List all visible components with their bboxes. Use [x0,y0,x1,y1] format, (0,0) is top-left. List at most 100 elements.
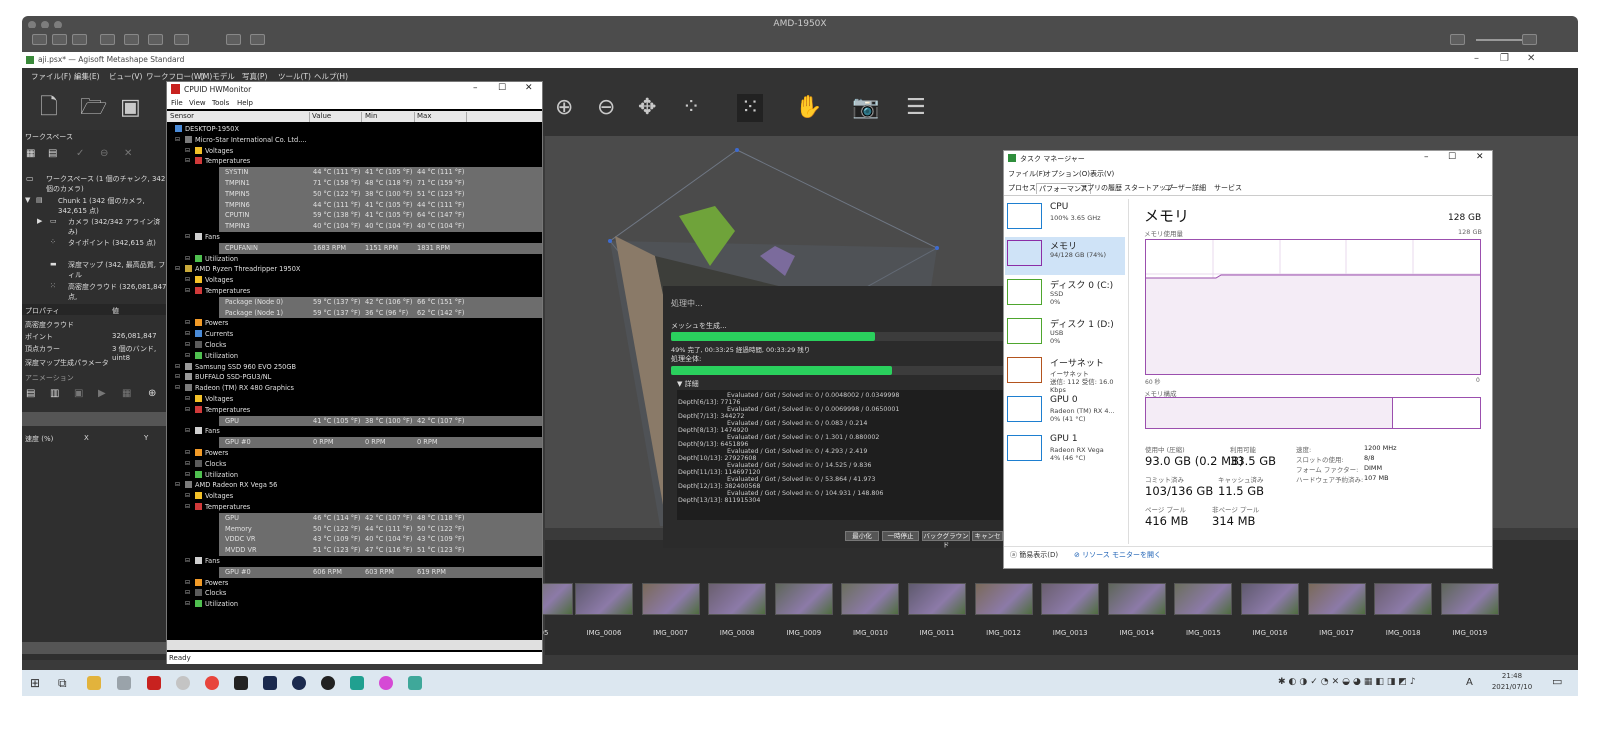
open-folder-icon[interactable]: 🗁 [80,94,107,122]
sensor-row[interactable]: Voltages ⊟ [167,491,542,502]
collapse-icon[interactable]: ⊟ [175,373,180,380]
fewer-details-button[interactable]: ⓐ 簡易表示(D) [1010,550,1058,560]
collapse-arrow-icon[interactable]: ▶ [37,217,42,225]
monitor-icon[interactable] [226,34,241,45]
dense-cloud-item[interactable]: 高密度クラウド (326,081,847 点, [68,282,167,302]
photo-thumbnail[interactable] [1374,583,1433,615]
collapse-icon[interactable]: ⊟ [185,492,190,499]
workspace-root[interactable]: ワークスペース (1 個のチャンク, 342 個のカメラ) [46,174,167,194]
menu-edit[interactable]: 編集(E) [74,71,100,82]
sensor-row[interactable]: BUFFALO SSD-PGU3/NL ⊟ [167,372,542,383]
hwmonitor-hscrollbar[interactable] [167,640,542,650]
save-icon[interactable]: ▣ [120,94,141,122]
collapse-icon[interactable]: ⊟ [185,600,190,607]
sensor-row[interactable]: TMPIN6 44 °C (111 °F) 41 °C (105 °F) 44 °C … [219,199,542,211]
col-min[interactable]: Min [365,112,415,122]
sensor-row[interactable]: Utilization ⊟ [167,470,542,481]
col-value[interactable]: Value [312,112,362,122]
collapse-icon[interactable]: ⊟ [175,136,180,143]
sensor-row[interactable]: Fans ⊟ [167,556,542,567]
collapse-icon[interactable]: ⊟ [175,363,180,370]
collapse-icon[interactable]: ⊟ [185,460,190,467]
sidebar-item[interactable]: メモリ 94/128 GB (74%) [1005,237,1125,275]
tab-app-history[interactable]: アプリの履歴 [1080,183,1122,193]
add-photos-icon[interactable]: ▤ [48,148,57,159]
sensor-row[interactable]: GPU 46 °C (114 °F) 42 °C (107 °F) 48 °C (11… [219,512,542,524]
sensor-row[interactable]: Currents ⊟ [167,329,542,340]
collapse-icon[interactable]: ⊟ [175,481,180,488]
sensor-row[interactable]: VDDC VR 43 °C (109 °F) 40 °C (104 °F) 43 °C… [219,534,542,546]
tab-details[interactable]: 詳細 [1192,183,1206,193]
tray-icons[interactable]: ✱◐◑✓◔✕◒◕▦◧◨◩♪ [1278,677,1419,687]
restore-icon[interactable]: ❐ [1500,53,1509,64]
minimize-icon[interactable]: – [473,83,478,93]
camera-icon[interactable] [174,34,189,45]
sensor-row[interactable]: Powers ⊟ [167,448,542,459]
sensor-row[interactable]: TMPIN3 40 °C (104 °F) 40 °C (104 °F) 40 °C … [219,221,542,232]
app-icon[interactable] [379,676,393,690]
chunk-item[interactable]: Chunk 1 (342 個のカメラ, 342,615 点) [58,196,167,216]
collapse-icon[interactable]: ⊟ [185,406,190,413]
collapse-icon[interactable]: ⊟ [185,147,190,154]
details-toggle[interactable]: ▼ 詳細 [677,379,699,389]
sensor-row[interactable]: Temperatures ⊟ [167,286,542,297]
sensor-row[interactable]: Utilization ⊟ [167,254,542,265]
collapse-icon[interactable]: ⊟ [185,352,190,359]
sensor-row[interactable]: Powers ⊟ [167,578,542,589]
col-max[interactable]: Max [417,112,467,122]
sensor-row[interactable]: AMD Radeon RX Vega 56 ⊟ [167,480,542,491]
remove-icon[interactable]: ✕ [124,148,132,159]
collapse-icon[interactable]: ⊟ [175,265,180,272]
sensor-row[interactable]: GPU #0 606 RPM 603 RPM 619 RPM [219,566,542,578]
minimize-icon[interactable]: – [1424,152,1429,162]
photo-thumbnail[interactable] [708,583,767,615]
ime-indicator[interactable]: A [1466,677,1473,688]
panel-scrollbar[interactable] [22,642,167,654]
photo-thumbnail[interactable] [1440,583,1499,615]
app-icon[interactable] [292,676,306,690]
new-track-icon[interactable]: ▤ [26,388,35,399]
metashape-taskbar-icon[interactable] [117,676,131,690]
sensor-row[interactable]: Temperatures ⊟ [167,502,542,513]
hw-menu-file[interactable]: File [171,99,183,107]
sidebar-item[interactable]: CPU 100% 3.65 GHz [1005,200,1125,238]
photo-thumbnail[interactable] [1241,583,1299,615]
app-icon[interactable] [234,676,248,690]
sidebar-item[interactable]: ディスク 0 (C:) SSD 0% [1005,276,1125,314]
photo-thumbnail[interactable] [1107,583,1166,615]
hw-menu-view[interactable]: View [189,99,206,107]
collapse-icon[interactable]: ⊟ [185,471,190,478]
notification-icon[interactable]: ▭ [1552,675,1562,688]
hw-menu-tools[interactable]: Tools [212,99,229,107]
collapse-icon[interactable]: ⊟ [185,449,190,456]
sensor-row[interactable]: Radeon (TM) RX 480 Graphics ⊟ [167,383,542,394]
collapse-icon[interactable]: ⊟ [185,330,190,337]
resource-monitor-link[interactable]: ⊘ リソース モニターを開く [1074,550,1161,560]
collapse-icon[interactable]: ⊟ [185,276,190,283]
collapse-icon[interactable]: ⊟ [185,233,190,240]
clipboard-icon[interactable] [124,34,139,45]
sensor-row[interactable]: TMPIN5 50 °C (122 °F) 38 °C (100 °F) 51 °C … [219,188,542,200]
sensor-row[interactable]: Clocks ⊟ [167,459,542,470]
layers-icon[interactable]: ☰ [906,94,926,122]
add-keyframe-icon[interactable]: ⊕ [148,388,156,399]
sensor-row[interactable]: Temperatures ⊟ [167,405,542,416]
tie-points-item[interactable]: タイポイント (342,615 点) [68,238,156,248]
photo-thumbnail[interactable] [841,583,900,615]
sensor-row[interactable]: Utilization ⊟ [167,599,542,610]
maximize-icon[interactable]: ☐ [498,83,506,93]
window-mode-icon[interactable] [52,34,67,45]
minimize-icon[interactable]: – [1474,53,1479,64]
tab-processes[interactable]: プロセス [1008,183,1036,193]
collapse-icon[interactable]: ⊟ [185,427,190,434]
sensor-row[interactable]: Fans ⊟ [167,232,542,243]
add-chunk-icon[interactable]: ▦ [26,148,35,159]
tm-menu-file[interactable]: ファイル(F) [1008,169,1046,179]
sensor-row[interactable]: Voltages ⊟ [167,275,542,286]
zoom-in-icon[interactable]: ⊕ [555,94,573,122]
ndi-icon[interactable] [263,676,277,690]
fullscreen-icon[interactable] [100,34,115,45]
tab-services[interactable]: サービス [1214,183,1242,193]
sensor-row[interactable]: Powers ⊟ [167,318,542,329]
sidebar-item[interactable]: GPU 1 Radeon RX Vega 4% (46 °C) [1005,432,1125,470]
